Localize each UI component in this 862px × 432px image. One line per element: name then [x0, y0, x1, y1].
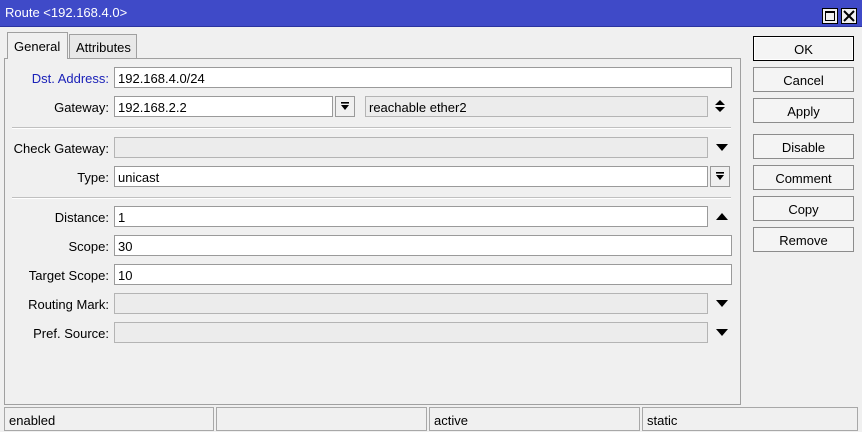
up-down-arrows-icon[interactable]: [712, 98, 728, 114]
gateway-input[interactable]: 192.168.2.2: [114, 96, 333, 117]
routing-mark-label: Routing Mark:: [28, 297, 109, 312]
tab-attributes[interactable]: Attributes: [69, 34, 137, 58]
title-bar: Route <192.168.4.0>: [0, 0, 862, 27]
check-gateway-label: Check Gateway:: [13, 141, 109, 156]
status-empty: [216, 407, 427, 431]
scope-label: Scope:: [68, 239, 109, 254]
status-bar: enabled active static: [0, 407, 862, 432]
type-select[interactable]: unicast: [114, 166, 708, 187]
dst-address-label: Dst. Address:: [31, 71, 109, 86]
target-scope-input[interactable]: 10: [114, 264, 732, 285]
tab-general[interactable]: General: [7, 32, 68, 59]
copy-button[interactable]: Copy: [753, 196, 854, 221]
gateway-label: Gateway:: [54, 100, 109, 115]
maximize-icon[interactable]: [822, 8, 838, 24]
target-scope-label: Target Scope:: [28, 268, 109, 283]
close-icon[interactable]: [841, 8, 857, 24]
comment-button[interactable]: Comment: [753, 165, 854, 190]
select-down-icon[interactable]: [710, 166, 730, 187]
dst-address-input[interactable]: 192.168.4.0/24: [114, 67, 732, 88]
window-title: Route <192.168.4.0>: [5, 5, 128, 20]
cancel-button[interactable]: Cancel: [753, 67, 854, 92]
status-active: active: [429, 407, 640, 431]
status-static: static: [642, 407, 858, 431]
scope-input[interactable]: 30: [114, 235, 732, 256]
gateway-status-field: reachable ether2: [365, 96, 708, 117]
triangle-down-icon[interactable]: [714, 325, 730, 341]
status-enabled: enabled: [4, 407, 214, 431]
apply-button[interactable]: Apply: [753, 98, 854, 123]
distance-input[interactable]: 1: [114, 206, 708, 227]
separator: [12, 127, 731, 129]
triangle-up-icon[interactable]: [714, 208, 730, 224]
routing-mark-input[interactable]: [114, 293, 708, 314]
type-label: Type:: [77, 170, 109, 185]
select-down-icon[interactable]: [335, 96, 355, 117]
check-gateway-input[interactable]: [114, 137, 708, 158]
triangle-down-icon[interactable]: [714, 140, 730, 156]
pref-source-label: Pref. Source:: [33, 326, 109, 341]
separator: [12, 197, 731, 199]
triangle-down-icon[interactable]: [714, 296, 730, 312]
disable-button[interactable]: Disable: [753, 134, 854, 159]
ok-button[interactable]: OK: [753, 36, 854, 61]
distance-label: Distance:: [54, 210, 109, 225]
remove-button[interactable]: Remove: [753, 227, 854, 252]
pref-source-input[interactable]: [114, 322, 708, 343]
